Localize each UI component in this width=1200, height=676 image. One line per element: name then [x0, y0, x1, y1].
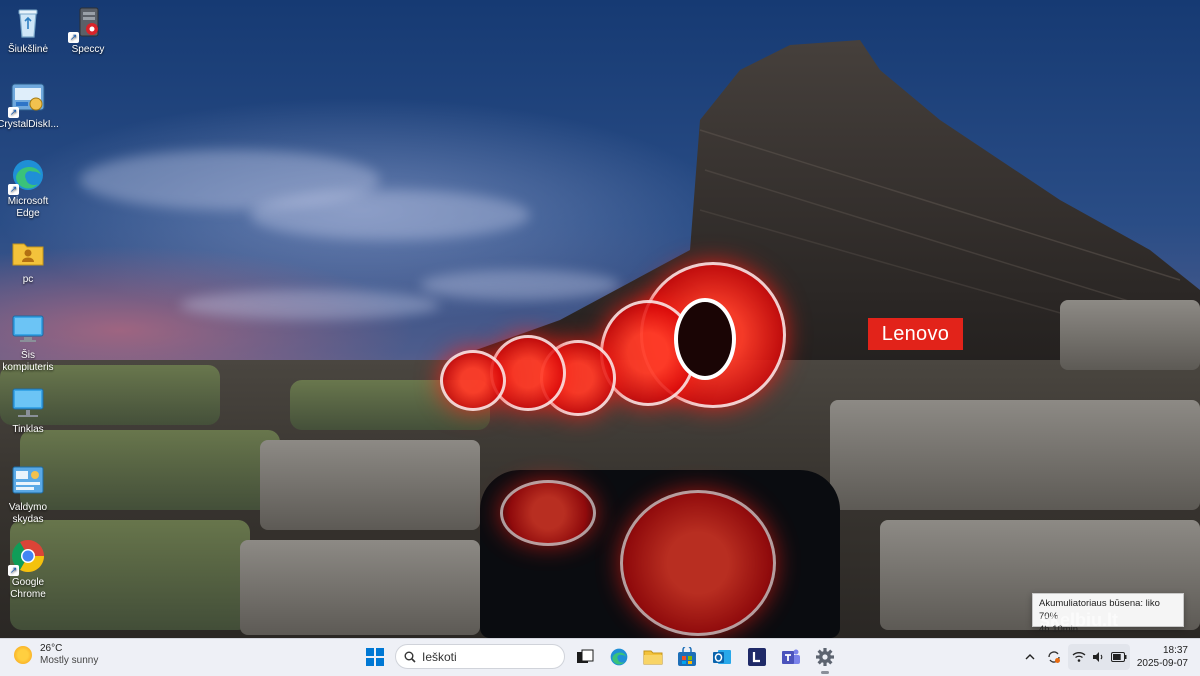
- desktop-icon-label: pc: [22, 274, 34, 285]
- shortcut-arrow-icon: ↗: [8, 565, 19, 576]
- chevron-up-icon: [1025, 654, 1035, 660]
- desktop-icon-label: Šiukšlinė: [7, 44, 49, 55]
- desktop-icon-label: Microsoft Edge: [7, 196, 49, 219]
- desktop-wallpaper: Lenovo: [0, 0, 1200, 638]
- taskbar-outlook[interactable]: [709, 644, 735, 670]
- edge-icon: [610, 648, 628, 666]
- wallpaper-rock: [1060, 300, 1200, 370]
- wallpaper-rock: [830, 400, 1200, 510]
- desktop-icon-label: Tinklas: [12, 424, 44, 435]
- quick-settings-button[interactable]: [1068, 644, 1130, 670]
- desktop-icon-label: Šis kompiuteris: [2, 350, 54, 373]
- taskbar-teams[interactable]: [778, 644, 804, 670]
- teams-icon: [782, 649, 800, 664]
- desktop-icon-label: Speccy: [71, 44, 105, 55]
- this-pc-icon: [10, 311, 46, 347]
- sync-icon: [1048, 651, 1060, 663]
- control-panel-icon: [10, 463, 46, 499]
- wallpaper-rock: [260, 440, 480, 530]
- desktop-icon-chrome[interactable]: ↗ Google Chrome: [0, 538, 60, 601]
- desktop-icon-recycle-bin[interactable]: Šiukšlinė: [0, 5, 60, 56]
- user-folder-icon: [10, 235, 46, 271]
- file-explorer-icon: [643, 650, 663, 665]
- light-swirl-core: [674, 298, 736, 380]
- search-label: Ieškoti: [422, 649, 457, 664]
- taskbar-search[interactable]: Ieškoti: [395, 644, 565, 669]
- battery-icon: [1110, 652, 1126, 662]
- desktop-icon-crystaldiskinfo[interactable]: ↗ CrystalDiskI...: [0, 80, 60, 131]
- shortcut-arrow-icon: ↗: [8, 107, 19, 118]
- outlook-icon: [713, 650, 731, 664]
- search-icon: [404, 651, 416, 663]
- speccy-icon: ↗: [68, 5, 106, 43]
- microsoft-store-icon: [678, 647, 696, 666]
- show-hidden-icons-button[interactable]: [1022, 644, 1038, 670]
- taskbar-microsoft-store[interactable]: [674, 644, 700, 670]
- weather-condition: Mostly sunny: [40, 655, 99, 666]
- tray-sync[interactable]: [1044, 644, 1064, 670]
- recycle-bin-icon: [10, 5, 46, 41]
- desktop-icon-control-panel[interactable]: Valdymo skydas: [0, 463, 60, 526]
- active-app-indicator: [821, 671, 829, 674]
- clock-date: 2025-09-07: [1136, 658, 1188, 669]
- light-swirl: [440, 350, 506, 411]
- desktop-icon-label: Google Chrome: [10, 577, 46, 600]
- start-button[interactable]: [362, 644, 388, 670]
- desktop-icon-edge[interactable]: ↗ Microsoft Edge: [0, 157, 60, 220]
- desktop-icon-label: CrystalDiskI...: [0, 119, 59, 130]
- wifi-icon: [1072, 652, 1085, 662]
- desktop-icon-user-folder[interactable]: pc: [0, 235, 60, 286]
- taskbar-edge[interactable]: [606, 644, 632, 670]
- edge-icon: ↗: [8, 157, 46, 195]
- desktop-icon-this-pc[interactable]: Šis kompiuteris: [0, 311, 60, 374]
- start-icon: [366, 648, 384, 666]
- shortcut-arrow-icon: ↗: [8, 184, 19, 195]
- taskbar-lenovo-vantage[interactable]: [744, 644, 770, 670]
- volume-icon: [1092, 652, 1102, 662]
- desktop-icon-network[interactable]: Tinklas: [0, 385, 60, 436]
- light-swirl-reflection: [620, 490, 776, 636]
- light-swirl-reflection: [500, 480, 596, 546]
- taskbar-settings[interactable]: [812, 644, 838, 670]
- taskbar: 26°C Mostly sunny Ieškoti 18:37 2025-09-…: [0, 638, 1200, 676]
- desktop-icon-label: Valdymo skydas: [8, 502, 48, 525]
- taskbar-file-explorer[interactable]: [640, 644, 666, 670]
- task-view-icon: [577, 649, 594, 663]
- wallpaper-rock: [240, 540, 480, 635]
- desktop-icon-speccy[interactable]: ↗ Speccy: [56, 5, 120, 56]
- clock-time: 18:37: [1162, 645, 1188, 656]
- taskbar-clock[interactable]: 18:37 2025-09-07: [1136, 644, 1188, 670]
- lenovo-logo: Lenovo: [868, 318, 963, 350]
- network-icon: [10, 385, 46, 421]
- settings-icon: [816, 648, 834, 666]
- task-view-button[interactable]: [572, 644, 598, 670]
- lenovo-vantage-icon: [748, 648, 766, 666]
- weather-widget[interactable]: 26°C Mostly sunny: [14, 643, 98, 667]
- shortcut-arrow-icon: ↗: [68, 32, 79, 43]
- weather-temp: 26°C: [40, 643, 63, 654]
- watermark: skelbiu.lt: [1040, 610, 1119, 630]
- chrome-icon: ↗: [8, 538, 46, 576]
- sun-icon: [14, 646, 32, 664]
- crystaldiskinfo-icon: ↗: [8, 80, 46, 118]
